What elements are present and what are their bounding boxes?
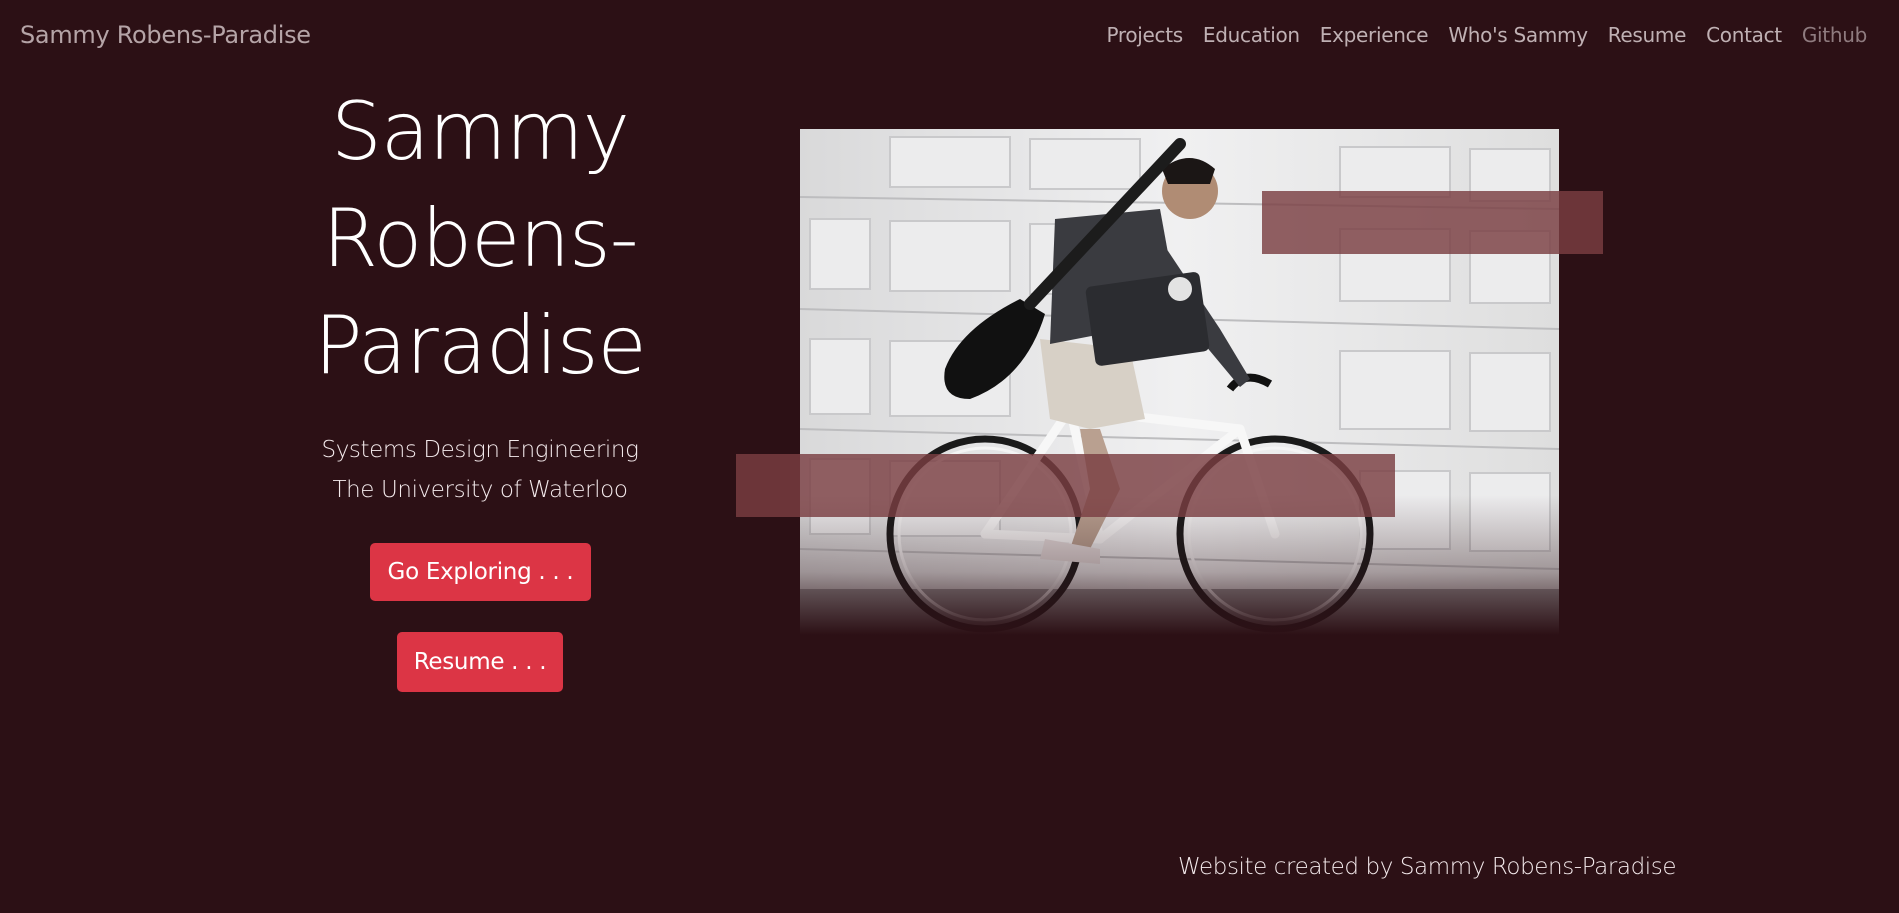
hero-title-line: Sammy bbox=[330, 85, 630, 178]
page: Sammy Robens-Paradise Projects Education… bbox=[0, 0, 1899, 913]
hero-title: Sammy Robens- Paradise bbox=[240, 78, 720, 399]
hero-subtitle: Systems Design Engineering The Universit… bbox=[240, 430, 720, 510]
resume-button[interactable]: Resume . . . bbox=[397, 632, 563, 692]
hero-title-line: Paradise bbox=[314, 299, 647, 392]
nav-link-contact[interactable]: Contact bbox=[1696, 23, 1792, 47]
nav-link-resume[interactable]: Resume bbox=[1598, 23, 1696, 47]
program-name: Systems Design Engineering bbox=[321, 437, 639, 463]
nav-link-projects[interactable]: Projects bbox=[1096, 23, 1192, 47]
go-exploring-button[interactable]: Go Exploring . . . bbox=[370, 543, 591, 601]
hero-title-line: Robens- bbox=[322, 192, 638, 285]
footer-credit: Website created by Sammy Robens-Paradise bbox=[1178, 854, 1677, 880]
decorative-overlay-bar bbox=[1262, 191, 1603, 254]
navbar: Projects Education Experience Who's Samm… bbox=[1096, 23, 1877, 47]
nav-link-github[interactable]: Github bbox=[1792, 23, 1877, 47]
nav-link-experience[interactable]: Experience bbox=[1310, 23, 1439, 47]
navbar-brand[interactable]: Sammy Robens-Paradise bbox=[20, 21, 311, 49]
nav-link-whos-sammy[interactable]: Who's Sammy bbox=[1438, 23, 1597, 47]
university-name: The University of Waterloo bbox=[332, 477, 628, 503]
decorative-overlay-bar bbox=[736, 454, 1395, 517]
nav-link-education[interactable]: Education bbox=[1193, 23, 1310, 47]
